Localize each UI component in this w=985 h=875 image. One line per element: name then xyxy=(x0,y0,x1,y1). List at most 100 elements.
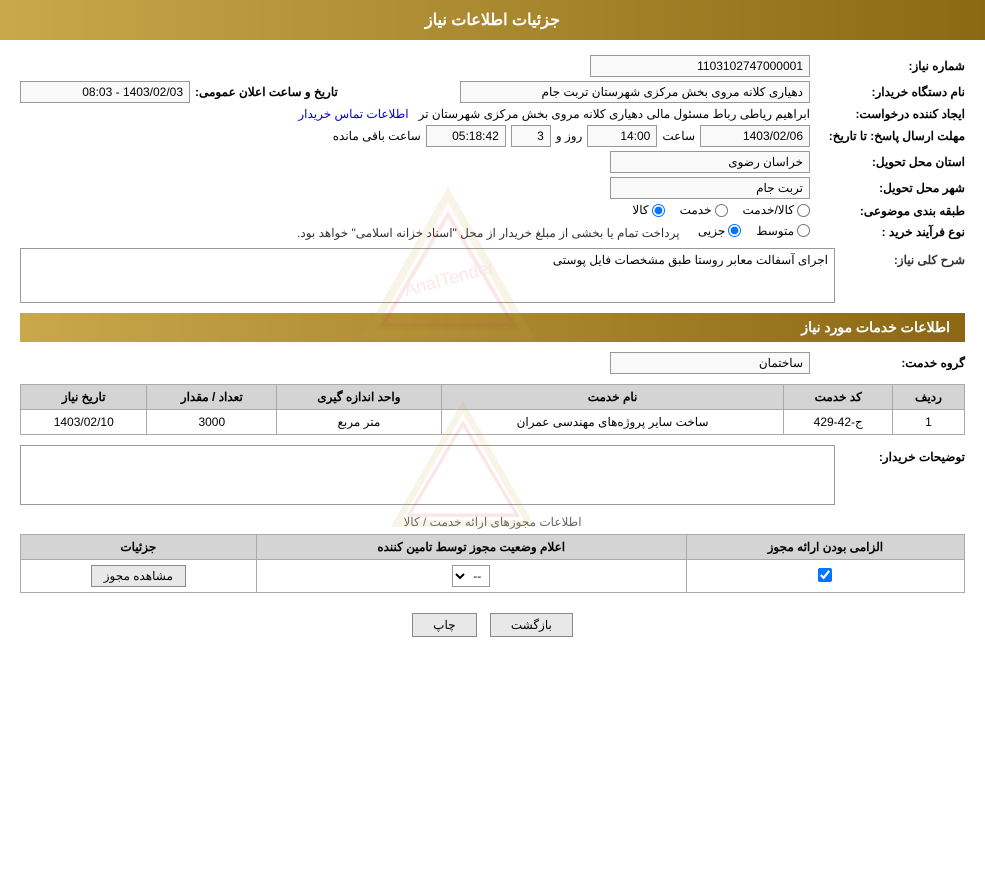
purchase-jozyi-label: جزیی xyxy=(698,224,725,238)
time-label: ساعت xyxy=(662,129,695,143)
requester-name: ابراهیم ریاطی رباط مسئول مالی دهیاری کلا… xyxy=(419,107,810,121)
col-need-date: تاریخ نیاز xyxy=(21,385,147,410)
back-button[interactable]: بازگشت xyxy=(490,613,573,637)
city-label: شهر محل تحویل: xyxy=(810,181,965,195)
need-desc-text: اجرای آسفالت معابر روستا طبق مشخصات فایل… xyxy=(553,253,828,267)
cell-row-num: 1 xyxy=(892,410,964,435)
response-deadline-value: ساعت روز و ساعت باقی مانده xyxy=(20,125,810,147)
need-desc-label: شرح کلی نیاز: xyxy=(845,248,965,267)
licenses-table: الزامی بودن ارائه مجوز اعلام وضعیت مجوز … xyxy=(20,534,965,593)
col-row-num: ردیف xyxy=(892,385,964,410)
page-title: جزئیات اطلاعات نیاز xyxy=(425,12,560,29)
licenses-header-row: الزامی بودن ارائه مجوز اعلام وضعیت مجوز … xyxy=(21,535,965,560)
services-table: ردیف کد خدمت نام خدمت واحد اندازه گیری ت… xyxy=(20,384,965,435)
need-desc-row: شرح کلی نیاز: AnaITender اجرای آسفالت مع… xyxy=(20,248,965,303)
supplier-status-select[interactable]: -- xyxy=(452,565,490,587)
purchase-jozyi-radio[interactable] xyxy=(728,224,741,237)
response-days-input xyxy=(511,125,551,147)
col-required: الزامی بودن ارائه مجوز xyxy=(686,535,964,560)
cell-quantity: 3000 xyxy=(147,410,277,435)
response-remaining-input xyxy=(426,125,506,147)
purchase-jozyi-option[interactable]: جزیی xyxy=(698,224,741,238)
category-value: کالا/خدمت خدمت کالا xyxy=(20,203,810,220)
buyer-notes-box xyxy=(20,445,835,505)
purchase-type-value: متوسط جزیی پرداخت تمام یا بخشی از مبلغ خ… xyxy=(20,224,810,241)
need-number-value xyxy=(20,55,810,77)
cell-supplier-status: -- xyxy=(256,560,686,593)
category-label: طبقه بندی موضوعی: xyxy=(810,204,965,218)
province-row: استان محل تحویل: xyxy=(20,151,965,173)
buyer-value xyxy=(358,81,810,103)
purchase-description: پرداخت تمام یا بخشی از مبلغ خریدار از مح… xyxy=(297,226,680,240)
buyer-announce-row: نام دستگاه خریدار: تاریخ و ساعت اعلان عم… xyxy=(20,81,965,103)
purchase-type-label: نوع فرآیند خرید : xyxy=(810,225,965,239)
requester-link[interactable]: اطلاعات تماس خریدار xyxy=(298,107,408,121)
service-group-label: گروه خدمت: xyxy=(810,356,965,370)
required-checkbox[interactable] xyxy=(818,568,832,582)
cell-unit-measure: متر مربع xyxy=(277,410,441,435)
category-khadamat-radio[interactable] xyxy=(715,204,728,217)
announce-date-label: تاریخ و ساعت اعلان عمومی: xyxy=(195,85,338,99)
category-kala-option[interactable]: کالا xyxy=(632,203,664,217)
page-wrapper: جزئیات اطلاعات نیاز شماره نیاز: نام دستگ… xyxy=(0,0,985,875)
city-value xyxy=(20,177,810,199)
purchase-type-row: نوع فرآیند خرید : متوسط جزیی پرداخت تمام… xyxy=(20,224,965,241)
response-deadline-row: مهلت ارسال پاسخ: تا تاریخ: ساعت روز و سا… xyxy=(20,125,965,147)
category-khadamat-option[interactable]: خدمت xyxy=(680,203,728,217)
services-table-header-row: ردیف کد خدمت نام خدمت واحد اندازه گیری ت… xyxy=(21,385,965,410)
col-unit-measure: واحد اندازه گیری xyxy=(277,385,441,410)
category-kala-khadamat-radio[interactable] xyxy=(797,204,810,217)
list-item: -- مشاهده مجوز xyxy=(21,560,965,593)
cell-details: مشاهده مجوز xyxy=(21,560,257,593)
licenses-title-text: اطلاعات مجوزهای ارائه خدمت / کالا xyxy=(403,515,581,529)
licenses-title: اطلاعات مجوزهای ارائه خدمت / کالا xyxy=(20,515,965,529)
cell-need-date: 1403/02/10 xyxy=(21,410,147,435)
buyer-notes-label: توضیحات خریدار: xyxy=(845,445,965,464)
purchase-motavaset-label: متوسط xyxy=(756,224,794,238)
response-time-input xyxy=(587,125,657,147)
cell-required xyxy=(686,560,964,593)
announce-date-input xyxy=(20,81,190,103)
remaining-label: ساعت باقی مانده xyxy=(333,129,421,143)
buyer-input xyxy=(460,81,810,103)
print-button[interactable]: چاپ xyxy=(412,613,476,637)
services-section-label: اطلاعات خدمات مورد نیاز xyxy=(801,319,950,335)
category-row: طبقه بندی موضوعی: کالا/خدمت خدمت کالا xyxy=(20,203,965,220)
col-service-name: نام خدمت xyxy=(441,385,784,410)
buyer-notes-section: توضیحات خریدار: xyxy=(20,445,965,505)
col-supplier-status: اعلام وضعیت مجوز توسط تامین کننده xyxy=(256,535,686,560)
day-label: روز و xyxy=(556,129,583,143)
need-number-input xyxy=(590,55,810,77)
need-number-label: شماره نیاز: xyxy=(810,59,965,73)
requester-value: ابراهیم ریاطی رباط مسئول مالی دهیاری کلا… xyxy=(20,107,810,121)
main-content: شماره نیاز: نام دستگاه خریدار: تاریخ و س… xyxy=(0,55,985,637)
category-kala-radio[interactable] xyxy=(652,204,665,217)
table-row: 1 ج-42-429 ساخت سایر پروژه‌های مهندسی عم… xyxy=(21,410,965,435)
page-header: جزئیات اطلاعات نیاز xyxy=(0,0,985,40)
need-desc-content: AnaITender اجرای آسفالت معابر روستا طبق … xyxy=(20,248,835,303)
footer-buttons: بازگشت چاپ xyxy=(20,613,965,637)
province-input xyxy=(610,151,810,173)
buyer-label: نام دستگاه خریدار: xyxy=(810,85,965,99)
col-service-code: کد خدمت xyxy=(784,385,893,410)
response-deadline-label: مهلت ارسال پاسخ: تا تاریخ: xyxy=(810,129,965,143)
view-license-button[interactable]: مشاهده مجوز xyxy=(91,565,186,587)
requester-label: ایجاد کننده درخواست: xyxy=(810,107,965,121)
category-kala-label: کالا xyxy=(632,203,648,217)
service-group-value xyxy=(20,352,810,374)
response-date-input xyxy=(700,125,810,147)
requester-row: ایجاد کننده درخواست: ابراهیم ریاطی رباط … xyxy=(20,107,965,121)
category-kala-khadamat-label: کالا/خدمت xyxy=(743,203,794,217)
city-input xyxy=(610,177,810,199)
purchase-motavaset-radio[interactable] xyxy=(797,224,810,237)
col-quantity: تعداد / مقدار xyxy=(147,385,277,410)
category-kala-khadamat-option[interactable]: کالا/خدمت xyxy=(743,203,810,217)
province-value xyxy=(20,151,810,173)
cell-service-code: ج-42-429 xyxy=(784,410,893,435)
svg-text:AnaITender: AnaITender xyxy=(401,256,495,299)
services-section-header: اطلاعات خدمات مورد نیاز xyxy=(20,313,965,342)
category-khadamat-label: خدمت xyxy=(680,203,712,217)
col-details: جزئیات xyxy=(21,535,257,560)
purchase-motavaset-option[interactable]: متوسط xyxy=(756,224,810,238)
cell-service-name: ساخت سایر پروژه‌های مهندسی عمران xyxy=(441,410,784,435)
